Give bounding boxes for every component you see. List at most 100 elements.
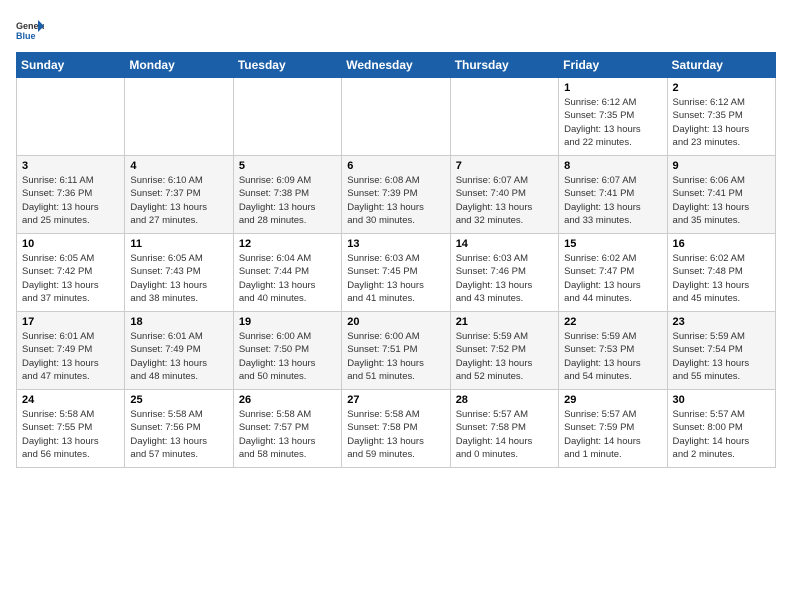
day-info: Sunrise: 6:10 AM Sunset: 7:37 PM Dayligh… xyxy=(130,174,227,227)
day-info: Sunrise: 5:58 AM Sunset: 7:55 PM Dayligh… xyxy=(22,408,119,461)
calendar-cell: 6 Sunrise: 6:08 AM Sunset: 7:39 PM Daylig… xyxy=(342,156,450,234)
calendar-cell: 30Sunrise: 5:57 AM Sunset: 8:00 PM Dayli… xyxy=(667,390,775,468)
calendar-cell: 27 Sunrise: 5:58 AM Sunset: 7:58 PM Dayli… xyxy=(342,390,450,468)
day-info: Sunrise: 6:03 AM Sunset: 7:46 PM Dayligh… xyxy=(456,252,553,305)
day-number: 8 xyxy=(564,160,661,172)
calendar-week-row: 10 Sunrise: 6:05 AM Sunset: 7:42 PM Dayli… xyxy=(17,234,776,312)
day-number: 27 xyxy=(347,394,444,406)
calendar-week-row: 1 Sunrise: 6:12 AM Sunset: 7:35 PM Daylig… xyxy=(17,78,776,156)
calendar-cell: 2 Sunrise: 6:12 AM Sunset: 7:35 PM Daylig… xyxy=(667,78,775,156)
calendar-cell: 29Sunrise: 5:57 AM Sunset: 7:59 PM Dayli… xyxy=(559,390,667,468)
calendar-cell xyxy=(125,78,233,156)
day-header: Saturday xyxy=(667,53,775,78)
calendar-cell: 28 Sunrise: 5:57 AM Sunset: 7:58 PM Dayli… xyxy=(450,390,558,468)
day-info: Sunrise: 6:05 AM Sunset: 7:43 PM Dayligh… xyxy=(130,252,227,305)
calendar-cell xyxy=(17,78,125,156)
day-info: Sunrise: 6:09 AM Sunset: 7:38 PM Dayligh… xyxy=(239,174,336,227)
calendar-cell: 24Sunrise: 5:58 AM Sunset: 7:55 PM Dayli… xyxy=(17,390,125,468)
calendar-cell: 11 Sunrise: 6:05 AM Sunset: 7:43 PM Dayli… xyxy=(125,234,233,312)
day-info: Sunrise: 6:12 AM Sunset: 7:35 PM Dayligh… xyxy=(673,96,770,149)
day-header: Sunday xyxy=(17,53,125,78)
day-number: 28 xyxy=(456,394,553,406)
calendar-week-row: 3Sunrise: 6:11 AM Sunset: 7:36 PM Daylig… xyxy=(17,156,776,234)
day-info: Sunrise: 6:07 AM Sunset: 7:41 PM Dayligh… xyxy=(564,174,661,227)
calendar-cell: 1 Sunrise: 6:12 AM Sunset: 7:35 PM Daylig… xyxy=(559,78,667,156)
logo-icon: General Blue xyxy=(16,16,44,44)
logo: General Blue xyxy=(16,16,44,44)
day-info: Sunrise: 6:06 AM Sunset: 7:41 PM Dayligh… xyxy=(673,174,770,227)
day-number: 1 xyxy=(564,82,661,94)
day-number: 2 xyxy=(673,82,770,94)
day-number: 16 xyxy=(673,238,770,250)
calendar-cell: 23 Sunrise: 5:59 AM Sunset: 7:54 PM Dayli… xyxy=(667,312,775,390)
day-info: Sunrise: 6:05 AM Sunset: 7:42 PM Dayligh… xyxy=(22,252,119,305)
day-header: Friday xyxy=(559,53,667,78)
calendar-cell: 12 Sunrise: 6:04 AM Sunset: 7:44 PM Dayli… xyxy=(233,234,341,312)
day-number: 22 xyxy=(564,316,661,328)
day-info: Sunrise: 6:01 AM Sunset: 7:49 PM Dayligh… xyxy=(22,330,119,383)
day-info: Sunrise: 6:02 AM Sunset: 7:48 PM Dayligh… xyxy=(673,252,770,305)
day-info: Sunrise: 6:12 AM Sunset: 7:35 PM Dayligh… xyxy=(564,96,661,149)
calendar-cell: 10 Sunrise: 6:05 AM Sunset: 7:42 PM Dayli… xyxy=(17,234,125,312)
day-number: 17 xyxy=(22,316,119,328)
day-number: 12 xyxy=(239,238,336,250)
calendar-cell: 20 Sunrise: 6:00 AM Sunset: 7:51 PM Dayli… xyxy=(342,312,450,390)
calendar-cell xyxy=(342,78,450,156)
day-header: Wednesday xyxy=(342,53,450,78)
day-number: 30 xyxy=(673,394,770,406)
day-info: Sunrise: 6:07 AM Sunset: 7:40 PM Dayligh… xyxy=(456,174,553,227)
day-header: Monday xyxy=(125,53,233,78)
calendar-cell: 25 Sunrise: 5:58 AM Sunset: 7:56 PM Dayli… xyxy=(125,390,233,468)
day-number: 26 xyxy=(239,394,336,406)
calendar-cell: 13 Sunrise: 6:03 AM Sunset: 7:45 PM Dayli… xyxy=(342,234,450,312)
calendar-cell: 3Sunrise: 6:11 AM Sunset: 7:36 PM Daylig… xyxy=(17,156,125,234)
day-info: Sunrise: 6:01 AM Sunset: 7:49 PM Dayligh… xyxy=(130,330,227,383)
day-number: 25 xyxy=(130,394,227,406)
day-header: Thursday xyxy=(450,53,558,78)
calendar-cell xyxy=(233,78,341,156)
calendar-header-row: SundayMondayTuesdayWednesdayThursdayFrid… xyxy=(17,53,776,78)
day-info: Sunrise: 5:58 AM Sunset: 7:56 PM Dayligh… xyxy=(130,408,227,461)
day-number: 20 xyxy=(347,316,444,328)
day-number: 15 xyxy=(564,238,661,250)
calendar-cell: 8 Sunrise: 6:07 AM Sunset: 7:41 PM Daylig… xyxy=(559,156,667,234)
day-number: 10 xyxy=(22,238,119,250)
calendar-cell: 18 Sunrise: 6:01 AM Sunset: 7:49 PM Dayli… xyxy=(125,312,233,390)
calendar-cell: 21Sunrise: 5:59 AM Sunset: 7:52 PM Dayli… xyxy=(450,312,558,390)
day-number: 19 xyxy=(239,316,336,328)
calendar-cell: 7 Sunrise: 6:07 AM Sunset: 7:40 PM Daylig… xyxy=(450,156,558,234)
calendar-cell xyxy=(450,78,558,156)
day-header: Tuesday xyxy=(233,53,341,78)
day-info: Sunrise: 6:00 AM Sunset: 7:51 PM Dayligh… xyxy=(347,330,444,383)
day-number: 6 xyxy=(347,160,444,172)
day-number: 23 xyxy=(673,316,770,328)
day-info: Sunrise: 6:11 AM Sunset: 7:36 PM Dayligh… xyxy=(22,174,119,227)
day-info: Sunrise: 5:59 AM Sunset: 7:54 PM Dayligh… xyxy=(673,330,770,383)
day-number: 18 xyxy=(130,316,227,328)
calendar-cell: 15 Sunrise: 6:02 AM Sunset: 7:47 PM Dayli… xyxy=(559,234,667,312)
calendar-cell: 19 Sunrise: 6:00 AM Sunset: 7:50 PM Dayli… xyxy=(233,312,341,390)
day-number: 11 xyxy=(130,238,227,250)
day-info: Sunrise: 6:04 AM Sunset: 7:44 PM Dayligh… xyxy=(239,252,336,305)
day-number: 4 xyxy=(130,160,227,172)
day-info: Sunrise: 5:58 AM Sunset: 7:58 PM Dayligh… xyxy=(347,408,444,461)
day-number: 13 xyxy=(347,238,444,250)
calendar-cell: 4 Sunrise: 6:10 AM Sunset: 7:37 PM Daylig… xyxy=(125,156,233,234)
day-number: 5 xyxy=(239,160,336,172)
calendar-cell: 9Sunrise: 6:06 AM Sunset: 7:41 PM Daylig… xyxy=(667,156,775,234)
day-info: Sunrise: 5:59 AM Sunset: 7:53 PM Dayligh… xyxy=(564,330,661,383)
calendar-cell: 16 Sunrise: 6:02 AM Sunset: 7:48 PM Dayli… xyxy=(667,234,775,312)
calendar-cell: 26 Sunrise: 5:58 AM Sunset: 7:57 PM Dayli… xyxy=(233,390,341,468)
day-info: Sunrise: 6:00 AM Sunset: 7:50 PM Dayligh… xyxy=(239,330,336,383)
day-number: 14 xyxy=(456,238,553,250)
day-info: Sunrise: 5:57 AM Sunset: 7:58 PM Dayligh… xyxy=(456,408,553,461)
day-info: Sunrise: 6:02 AM Sunset: 7:47 PM Dayligh… xyxy=(564,252,661,305)
day-info: Sunrise: 6:03 AM Sunset: 7:45 PM Dayligh… xyxy=(347,252,444,305)
calendar-cell: 22 Sunrise: 5:59 AM Sunset: 7:53 PM Dayli… xyxy=(559,312,667,390)
day-info: Sunrise: 5:59 AM Sunset: 7:52 PM Dayligh… xyxy=(456,330,553,383)
calendar: SundayMondayTuesdayWednesdayThursdayFrid… xyxy=(16,52,776,468)
calendar-week-row: 17 Sunrise: 6:01 AM Sunset: 7:49 PM Dayli… xyxy=(17,312,776,390)
day-info: Sunrise: 6:08 AM Sunset: 7:39 PM Dayligh… xyxy=(347,174,444,227)
day-number: 7 xyxy=(456,160,553,172)
day-info: Sunrise: 5:58 AM Sunset: 7:57 PM Dayligh… xyxy=(239,408,336,461)
